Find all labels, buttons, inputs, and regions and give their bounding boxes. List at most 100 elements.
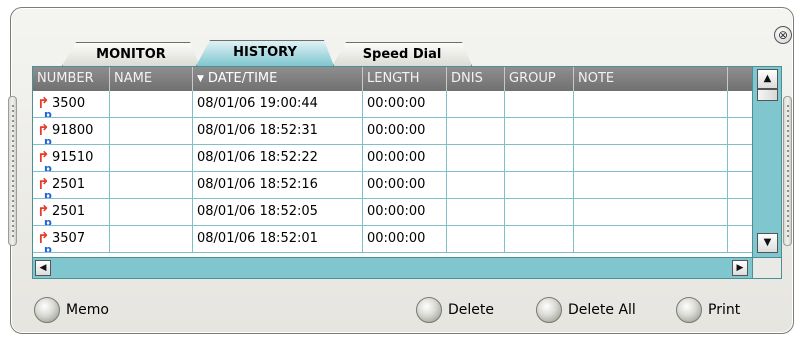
cell-number: ↱ p 2501 [33, 199, 110, 225]
cell-dnis [447, 172, 505, 198]
cell-group [505, 199, 574, 225]
outgoing-call-icon: ↱ p [37, 229, 52, 252]
vertical-scrollbar[interactable]: ▲ ▼ [752, 67, 781, 257]
tab-history[interactable]: HISTORY [196, 40, 334, 66]
outgoing-call-icon: ↱ p [37, 94, 52, 117]
cell-length: 00:00:00 [363, 145, 447, 171]
delete-button[interactable]: Delete [416, 297, 494, 323]
outgoing-call-icon: ↱ p [37, 175, 52, 198]
cell-filler [728, 172, 752, 198]
cell-note [574, 172, 728, 198]
close-icon[interactable]: ⊗ [774, 26, 792, 44]
cell-length: 00:00:00 [363, 199, 447, 225]
tab-monitor[interactable]: MONITOR [62, 42, 200, 66]
column-header-datetime[interactable]: ▼ DATE/TIME [193, 67, 363, 91]
cell-group [505, 118, 574, 144]
cell-name [110, 226, 193, 252]
cell-filler [728, 145, 752, 171]
call-number: 91800 [52, 123, 94, 138]
cell-number: ↱ p 91510 [33, 145, 110, 171]
horizontal-scrollbar[interactable]: ◀ ▶ [33, 257, 752, 278]
scroll-down-icon[interactable]: ▼ [757, 233, 778, 253]
print-button[interactable]: Print [676, 297, 740, 323]
vertical-scroll-thumb[interactable] [757, 89, 778, 101]
scroll-left-icon[interactable]: ◀ [35, 260, 51, 276]
call-number: 3507 [52, 231, 86, 246]
cell-number: ↱ p 3500 [33, 91, 110, 117]
scroll-up-icon[interactable]: ▲ [757, 69, 778, 89]
call-number: 2501 [52, 177, 86, 192]
tab-speed-dial[interactable]: Speed Dial [332, 42, 472, 66]
memo-button[interactable]: Memo [34, 297, 109, 323]
cell-name [110, 145, 193, 171]
cell-group [505, 91, 574, 117]
cell-length: 00:00:00 [363, 226, 447, 252]
cell-dnis [447, 145, 505, 171]
right-resize-handle[interactable] [783, 96, 792, 246]
cell-dnis [447, 91, 505, 117]
cell-note [574, 91, 728, 117]
column-header-note[interactable]: NOTE [574, 67, 728, 91]
cell-length: 00:00:00 [363, 172, 447, 198]
cell-length: 00:00:00 [363, 91, 447, 117]
sort-descending-icon: ▼ [197, 74, 204, 84]
call-number: 2501 [52, 204, 86, 219]
delete-orb-icon [416, 297, 442, 323]
cell-note [574, 226, 728, 252]
delete-all-orb-icon [536, 297, 562, 323]
scrollbar-corner [752, 257, 781, 278]
cell-note [574, 199, 728, 225]
cell-datetime: 08/01/06 18:52:31 [193, 118, 363, 144]
cell-group [505, 145, 574, 171]
table-row[interactable]: ↱ p 91510 08/01/06 18:52:22 00:00:00 [33, 145, 752, 172]
cell-note [574, 118, 728, 144]
table-row[interactable]: ↱ p 2501 08/01/06 18:52:05 00:00:00 [33, 199, 752, 226]
outgoing-call-icon: ↱ p [37, 121, 52, 144]
cell-number: ↱ p 91800 [33, 118, 110, 144]
call-number: 91510 [52, 150, 94, 165]
table-body: ↱ p 3500 08/01/06 19:00:44 00:00:00 ↱ p 91800 08… [33, 91, 752, 257]
left-resize-handle[interactable] [8, 96, 17, 246]
column-header-length[interactable]: LENGTH [363, 67, 447, 91]
cell-name [110, 172, 193, 198]
cell-group [505, 226, 574, 252]
table-header: NUMBER NAME ▼ DATE/TIME LENGTH DNIS GROUP… [33, 67, 752, 91]
cell-datetime: 08/01/06 18:52:01 [193, 226, 363, 252]
call-number: 3500 [52, 96, 86, 111]
cell-datetime: 08/01/06 18:52:22 [193, 145, 363, 171]
print-orb-icon [676, 297, 702, 323]
delete-all-button[interactable]: Delete All [536, 297, 636, 323]
column-header-dnis[interactable]: DNIS [447, 67, 505, 91]
cell-dnis [447, 118, 505, 144]
cell-name [110, 118, 193, 144]
cell-group [505, 172, 574, 198]
memo-orb-icon [34, 297, 60, 323]
table-row[interactable]: ↱ p 2501 08/01/06 18:52:16 00:00:00 [33, 172, 752, 199]
history-table: NUMBER NAME ▼ DATE/TIME LENGTH DNIS GROUP… [32, 66, 782, 279]
table-row[interactable]: ↱ p 3507 08/01/06 18:52:01 00:00:00 [33, 226, 752, 253]
column-header-filler [728, 67, 752, 91]
scroll-right-icon[interactable]: ▶ [732, 260, 748, 276]
cell-length: 00:00:00 [363, 118, 447, 144]
column-header-group[interactable]: GROUP [505, 67, 574, 91]
column-header-datetime-label: DATE/TIME [207, 71, 278, 86]
cell-name [110, 199, 193, 225]
cell-dnis [447, 199, 505, 225]
cell-number: ↱ p 3507 [33, 226, 110, 252]
cell-filler [728, 226, 752, 252]
table-row[interactable]: ↱ p 91800 08/01/06 18:52:31 00:00:00 [33, 118, 752, 145]
print-button-label: Print [708, 302, 741, 318]
cell-filler [728, 199, 752, 225]
cell-datetime: 08/01/06 18:52:16 [193, 172, 363, 198]
cell-note [574, 145, 728, 171]
delete-all-button-label: Delete All [568, 302, 636, 318]
delete-button-label: Delete [448, 302, 494, 318]
memo-button-label: Memo [66, 302, 109, 318]
cell-name [110, 91, 193, 117]
cell-datetime: 08/01/06 19:00:44 [193, 91, 363, 117]
cell-filler [728, 91, 752, 117]
column-header-name[interactable]: NAME [110, 67, 193, 91]
table-row[interactable]: ↱ p 3500 08/01/06 19:00:44 00:00:00 [33, 91, 752, 118]
column-header-number[interactable]: NUMBER [33, 67, 110, 91]
outgoing-call-icon: ↱ p [37, 202, 52, 225]
